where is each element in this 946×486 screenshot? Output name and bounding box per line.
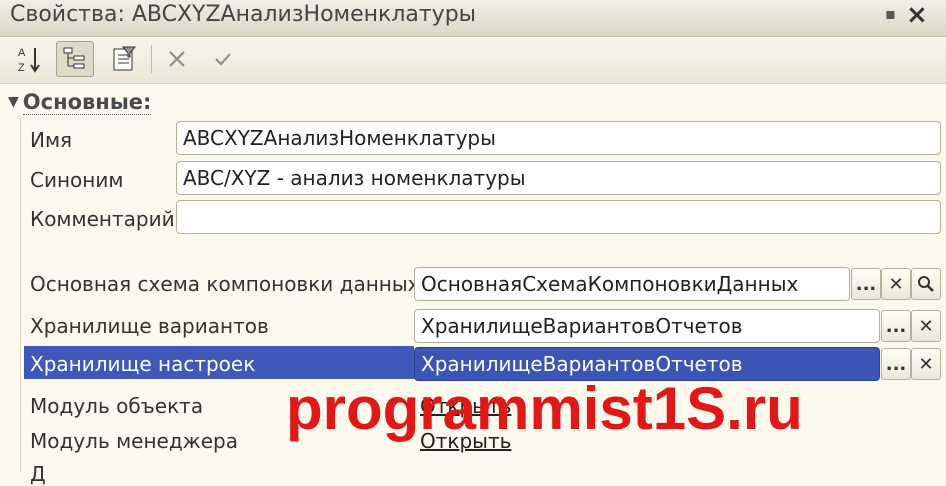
main-schema-field[interactable]: ОсновнаяСхемаКомпоновкиДанных — [414, 267, 850, 301]
variants-storage-clear-button[interactable]: ✕ — [911, 310, 941, 342]
cut-off-label: Д — [30, 462, 46, 486]
apply-button[interactable] — [204, 41, 242, 77]
synonym-label: Синоним — [30, 168, 124, 192]
manager-module-label: Модуль менеджера — [30, 429, 238, 453]
group-by-category-button[interactable] — [56, 41, 94, 77]
variants-storage-label: Хранилище вариантов — [30, 314, 269, 338]
toolbar-separator — [151, 45, 152, 73]
name-field[interactable]: ABCXYZАнализНоменклатуры — [176, 121, 941, 155]
magnifier-icon — [918, 276, 934, 292]
svg-text:Z: Z — [18, 62, 25, 74]
sort-az-icon: A Z — [18, 47, 40, 74]
variants-storage-select-button[interactable]: ... — [881, 310, 911, 342]
main-schema-select-button[interactable]: ... — [851, 268, 881, 300]
window-title-bar: Свойства: ABCXYZАнализНоменклатуры ▪ × — [0, 0, 946, 37]
pin-icon[interactable]: ▪ — [885, 4, 896, 23]
tree-guide-line — [20, 118, 21, 472]
filter-properties-button[interactable] — [104, 41, 142, 77]
close-icon[interactable]: × — [906, 0, 928, 30]
main-schema-open-button[interactable] — [911, 268, 941, 300]
collapse-triangle-icon[interactable]: ▼ — [8, 94, 19, 110]
cancel-icon — [169, 51, 185, 67]
synonym-field[interactable]: ABC/XYZ - анализ номенклатуры — [176, 161, 941, 195]
section-header-main[interactable]: ▼ Основные: — [8, 90, 152, 115]
settings-storage-clear-button[interactable]: ✕ — [911, 348, 941, 380]
comment-field[interactable] — [176, 200, 941, 234]
cancel-button[interactable] — [158, 41, 196, 77]
comment-label: Комментарий — [30, 207, 175, 231]
object-module-label: Модуль объекта — [30, 394, 204, 418]
main-schema-clear-button[interactable]: ✕ — [881, 268, 911, 300]
main-schema-label: Основная схема компоновки данных — [30, 272, 420, 296]
section-title: Основные: — [22, 90, 152, 115]
name-label: Имя — [30, 128, 73, 152]
tree-icon — [63, 47, 85, 69]
svg-text:A: A — [18, 47, 26, 59]
variants-storage-field[interactable]: ХранилищеВариантовОтчетов — [414, 309, 880, 343]
settings-storage-label: Хранилище настроек — [30, 352, 256, 376]
watermark-text: programmist1S.ru — [286, 375, 803, 442]
toolbar: A Z — [0, 37, 946, 84]
checkmark-icon — [215, 53, 231, 66]
settings-storage-select-button[interactable]: ... — [881, 348, 911, 380]
window-title: Свойства: ABCXYZАнализНоменклатуры — [10, 2, 477, 27]
sort-alphabetically-button[interactable]: A Z — [10, 41, 48, 77]
filter-list-icon — [113, 46, 137, 71]
